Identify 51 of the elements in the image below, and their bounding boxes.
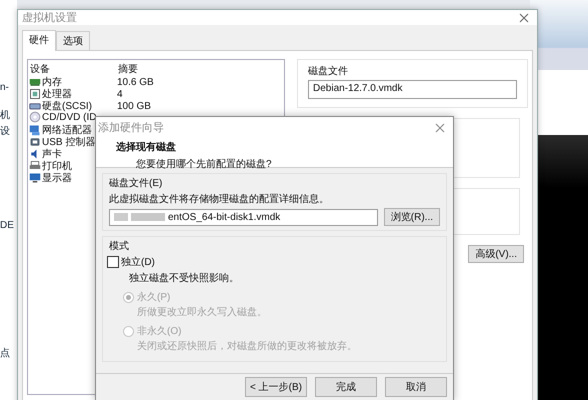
background-text: n- [0,82,9,93]
background-text: 点 [0,346,10,360]
file-path-field[interactable]: entOS_64-bit-disk1.vmdk [109,208,378,226]
device-name[interactable]: USB 控制器 [42,135,96,149]
group-label: 磁盘文件 [308,64,349,78]
dialog-button[interactable]: 完成 [315,377,377,397]
radio-label: 永久(P) [137,290,170,304]
device-summary: 100 GB [117,100,152,112]
description-text: 此虚拟磁盘文件将存储物理磁盘的配置详细信息。 [109,192,330,206]
browse-button[interactable]: 浏览(R)... [384,208,440,226]
device-icon [29,111,41,123]
column-header: 设备 [30,63,51,76]
device-name[interactable]: 打印机 [42,159,72,173]
checkbox[interactable] [107,256,119,268]
column-header: 摘要 [118,62,139,76]
background-text: 设 [0,125,10,138]
background-text: DE [0,220,14,231]
checkbox-label: 独立(D) [121,256,155,269]
close-icon[interactable] [435,122,445,132]
device-icon [29,160,41,172]
device-name[interactable]: 硬盘(SCSI) [42,99,92,113]
dialog-title: 添加硬件向导 [98,121,164,135]
group-label: 磁盘文件(E) [109,176,164,190]
radio-label: 非永久(O) [137,324,182,338]
device-icon [29,172,41,184]
device-icon [29,124,41,136]
option-description: 关闭或还原快照后，对磁盘所做的更改将被放弃。 [136,340,358,353]
device-name[interactable]: 内存 [42,75,62,89]
device-name[interactable]: 显示器 [42,171,72,185]
dialog-button[interactable]: 取消 [385,377,447,397]
close-icon[interactable] [519,12,529,22]
wizard-heading: 选择现有磁盘 [115,140,177,154]
device-name[interactable]: 处理器 [42,87,72,101]
background-text: 机 [0,108,10,122]
dialog-button[interactable]: < 上一步(B) [245,377,307,397]
device-summary: 10.6 GB [117,76,155,88]
device-icon [29,76,41,88]
device-name[interactable]: 网络适配器 [42,123,92,137]
wizard-subheading: 您要使用哪个先前配置的磁盘? [135,158,273,171]
window-title: 虚拟机设置 [22,10,77,25]
tab[interactable]: 硬件 [22,30,56,51]
device-name[interactable]: 声卡 [42,147,62,161]
device-summary: 4 [117,88,124,100]
note-text: 独立磁盘不受快照影响。 [128,272,240,285]
device-icon [29,88,41,100]
device-icon [29,136,41,148]
disk-file-field[interactable]: Debian-12.7.0.vmdk [308,80,517,99]
tab[interactable]: 选项 [56,31,90,50]
advanced-button[interactable]: 高级(V)... [468,245,524,263]
group-label: 模式 [109,240,130,253]
option-description: 所做更改立即永久写入磁盘。 [136,306,268,319]
